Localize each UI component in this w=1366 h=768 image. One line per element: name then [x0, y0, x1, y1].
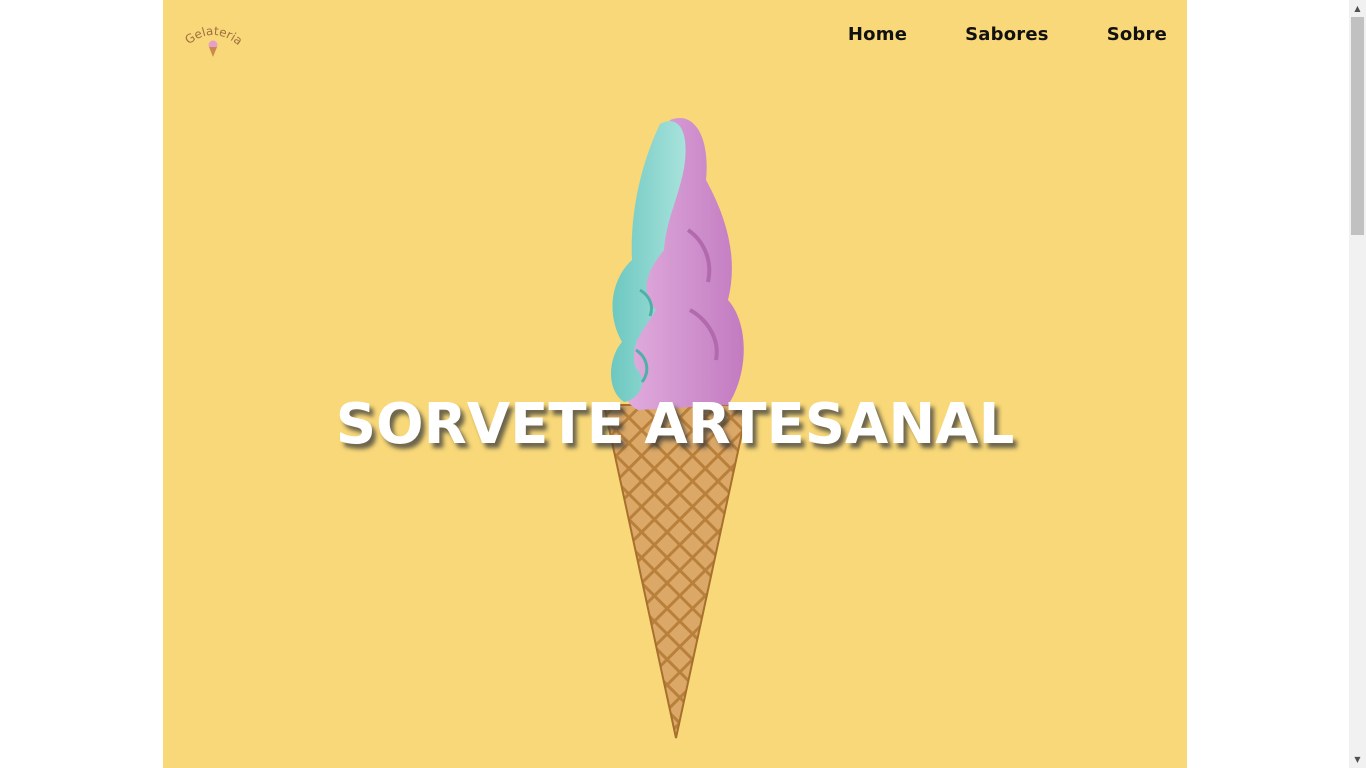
hero-headline: SORVETE ARTESANAL: [335, 392, 1015, 457]
page-scrollbar[interactable]: ▲ ▼: [1349, 0, 1366, 768]
ice-cream-icon: Gelateria: [182, 24, 245, 57]
scrollbar-thumb[interactable]: [1351, 17, 1364, 235]
main-nav: Home Sabores Sobre: [848, 24, 1167, 45]
scroll-down-arrow-icon[interactable]: ▼: [1349, 751, 1366, 768]
nav-sobre-link[interactable]: Sobre: [1107, 24, 1167, 45]
nav-home-link[interactable]: Home: [848, 24, 907, 45]
hero-section: Gelateria Home Sabores Sobre: [163, 0, 1187, 768]
nav-sabores-link[interactable]: Sabores: [965, 24, 1049, 45]
logo-link[interactable]: Gelateria: [182, 20, 245, 60]
page-viewport: Gelateria Home Sabores Sobre: [0, 0, 1349, 768]
scroll-up-arrow-icon[interactable]: ▲: [1349, 0, 1366, 17]
